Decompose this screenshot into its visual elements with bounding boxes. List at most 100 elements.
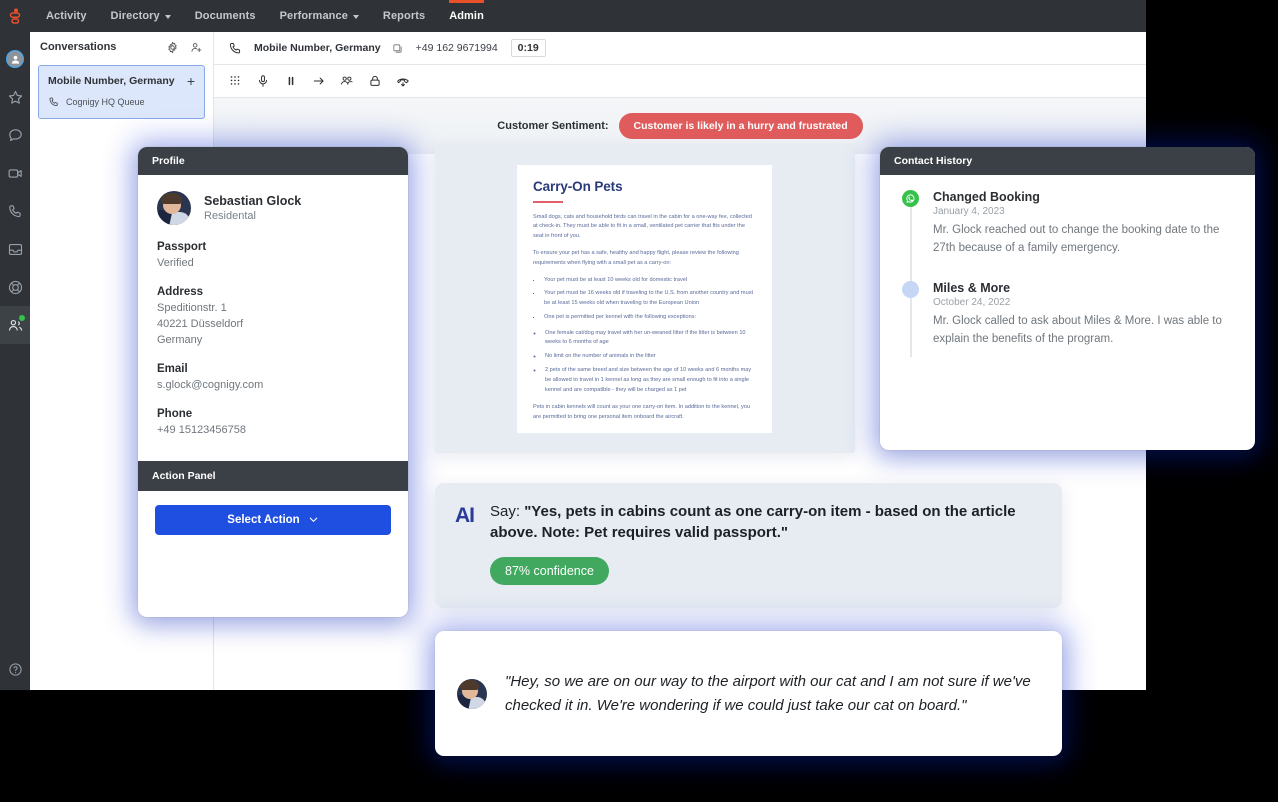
nav-item-label: Directory (110, 10, 160, 22)
dialpad-icon[interactable] (228, 74, 242, 88)
conversation-item-queue: Cognigy HQ Queue (48, 96, 195, 108)
rail-item-user-avatar[interactable] (0, 40, 30, 78)
user-avatar-icon (6, 50, 24, 68)
rail-item-inbox[interactable] (0, 230, 30, 268)
rail-item-support[interactable] (0, 268, 30, 306)
list-item[interactable]: Changed Booking January 4, 2023 Mr. Gloc… (902, 189, 1237, 282)
conversation-item-title: Mobile Number, Germany (48, 75, 175, 87)
ai-suggestion-text: Say: "Yes, pets in cabins count as one c… (490, 501, 1042, 543)
video-camera-icon (8, 168, 22, 178)
nav-item-label: Performance (279, 10, 348, 22)
inbox-icon (8, 243, 22, 255)
history-item-date: January 4, 2023 (933, 206, 1005, 218)
conference-people-icon[interactable] (340, 74, 354, 88)
add-user-icon[interactable] (190, 41, 203, 54)
title-underline (533, 201, 563, 203)
contact-history-title: Contact History (880, 147, 1255, 175)
nav-item-label: Documents (194, 10, 256, 22)
rail-item-video[interactable] (0, 154, 30, 192)
timeline-connector (910, 297, 912, 357)
microphone-icon[interactable] (256, 74, 270, 88)
list-item: 2 pets of the same breed and size betwee… (543, 366, 756, 395)
profile-name: Sebastian Glock (204, 194, 302, 209)
action-panel-body: Select Action (138, 491, 408, 553)
rail-item-favorites[interactable] (0, 78, 30, 116)
conversations-title: Conversations (40, 41, 117, 53)
nav-item-documents[interactable]: Documents (183, 0, 268, 32)
conversations-header-actions (166, 41, 203, 54)
pause-icon[interactable] (284, 74, 298, 88)
star-icon (8, 90, 22, 104)
nav-item-label: Admin (449, 10, 484, 22)
phone-icon (229, 42, 241, 53)
help-button[interactable] (0, 656, 30, 682)
nav-item-label: Reports (382, 10, 426, 22)
nav-item-performance[interactable]: Performance (268, 0, 371, 32)
history-item-text: Mr. Glock reached out to change the book… (933, 224, 1220, 255)
call-timer: 0:19 (510, 39, 546, 57)
list-item[interactable]: Miles & More October 24, 2022 Mr. Glock … (902, 280, 1237, 357)
chat-bubble-icon (8, 128, 22, 141)
article-bullet-list: Your pet must be at least 10 weeks old f… (542, 276, 756, 323)
status-badge: Customer is likely in a hurry and frustr… (618, 113, 863, 139)
customer-message-text: "Hey, so we are on our way to the airpor… (505, 673, 1031, 714)
list-item: One female cat/dog may travel with her u… (543, 329, 756, 349)
chevron-down-icon (309, 517, 317, 523)
whatsapp-icon (902, 190, 919, 207)
nav-item-directory[interactable]: Directory (99, 0, 183, 32)
field-label-phone: Phone (157, 407, 193, 420)
field-label-address: Address (157, 285, 204, 298)
left-icon-rail (0, 32, 30, 690)
knowledge-article-card: Carry-On Pets Small dogs, cats and house… (435, 145, 855, 453)
list-item: No limit on the number of animals in the… (543, 352, 756, 362)
ai-suggestion-body: Say: "Yes, pets in cabins count as one c… (490, 501, 1042, 585)
conversation-add-button[interactable]: + (187, 74, 195, 88)
online-status-dot (19, 315, 25, 321)
nav-item-label: Activity (46, 10, 87, 22)
transfer-arrow-icon[interactable] (312, 74, 326, 88)
sentiment-label: Customer Sentiment: (497, 120, 609, 132)
profile-body: Sebastian Glock Residental Passport Veri… (138, 175, 408, 461)
call-header: Mobile Number, Germany +49 162 9671994 0… (214, 32, 1146, 65)
list-item: Your pet must be 16 weeks old if traveli… (542, 289, 756, 309)
nav-item-activity[interactable]: Activity (34, 0, 99, 32)
ai-say-prefix: Say: (490, 503, 521, 520)
phone-icon (49, 97, 58, 106)
article-paragraph: To ensure your pet has a safe, healthy a… (533, 249, 739, 266)
select-action-button[interactable]: Select Action (155, 504, 391, 535)
field-value-email: s.glock@cognigy.com (157, 378, 264, 391)
ai-say-quote: "Yes, pets in cabins count as one carry-… (490, 503, 1016, 541)
copy-icon[interactable] (392, 43, 403, 54)
call-phone-number: +49 162 9671994 (415, 42, 498, 54)
customer-message-card: "Hey, so we are on our way to the airpor… (435, 631, 1062, 756)
ai-logo-icon: AI (455, 504, 475, 527)
screenshot-root: Activity Directory Documents Performance… (0, 0, 1278, 802)
question-circle-icon (8, 662, 22, 676)
call-contact-name: Mobile Number, Germany (254, 42, 381, 54)
article-paragraph: Small dogs, cats and household birds can… (533, 213, 752, 240)
ai-suggestion-card: AI Say: "Yes, pets in cabins count as on… (435, 483, 1062, 608)
article-page: Carry-On Pets Small dogs, cats and house… (517, 165, 772, 433)
chevron-down-icon (164, 14, 171, 19)
profile-subtitle: Residental (204, 209, 256, 222)
cognigy-logo[interactable] (0, 0, 30, 32)
article-title: Carry-On Pets (533, 179, 623, 194)
secure-lock-icon[interactable] (368, 74, 382, 88)
avatar (157, 191, 191, 225)
hangup-icon[interactable] (396, 74, 410, 88)
field-value-phone: +49 15123456758 (157, 423, 247, 436)
profile-identity: Sebastian Glock Residental (157, 191, 389, 225)
nav-item-reports[interactable]: Reports (371, 0, 437, 32)
conversation-item-mobile-number-germany[interactable]: Mobile Number, Germany + Cognigy HQ Queu… (38, 65, 205, 119)
select-action-label: Select Action (227, 513, 300, 526)
field-label-passport: Passport (157, 241, 207, 253)
nav-item-admin[interactable]: Admin (437, 0, 496, 32)
list-item: One pet is permitted per kennel with the… (542, 313, 756, 323)
rail-item-agents[interactable] (0, 306, 30, 344)
dot-icon (902, 280, 919, 298)
phone-icon (8, 204, 21, 217)
gear-icon[interactable] (166, 41, 179, 54)
rail-item-chat[interactable] (0, 116, 30, 154)
profile-panel-title: Profile (138, 147, 408, 175)
rail-item-phone[interactable] (0, 192, 30, 230)
